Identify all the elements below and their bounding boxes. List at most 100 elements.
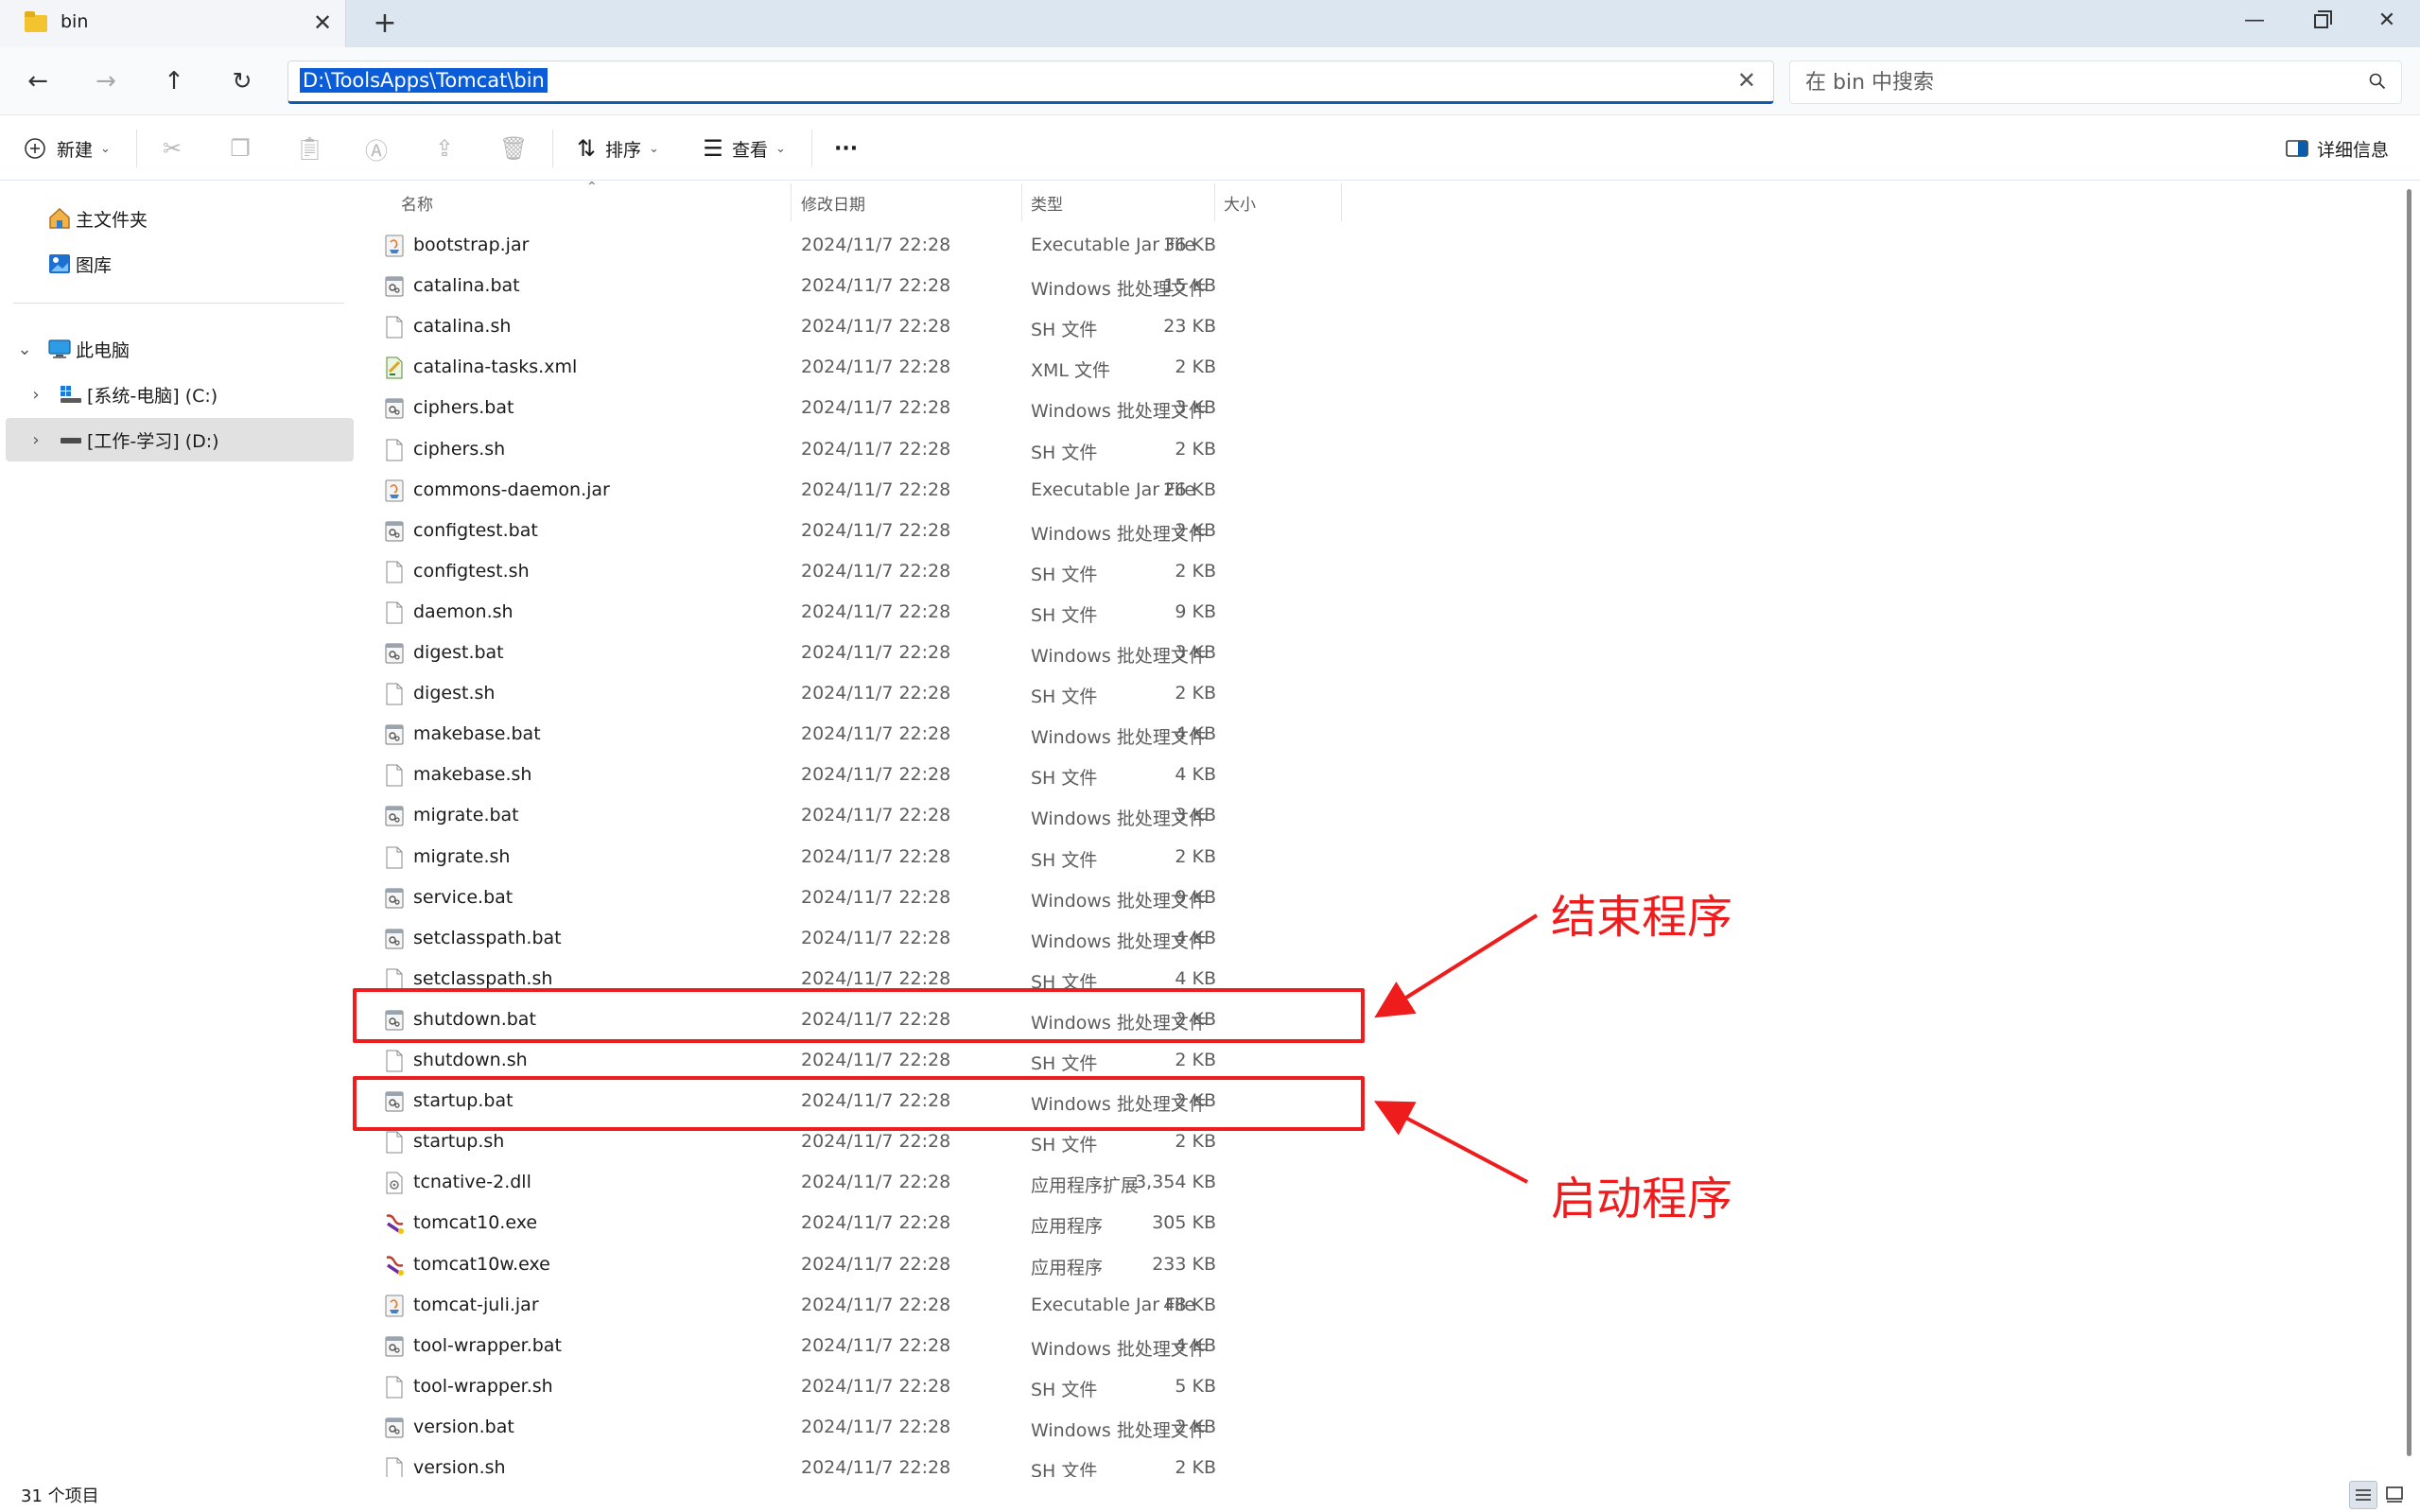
column-modified[interactable]: 修改日期 — [801, 191, 865, 215]
sidebar-item-home[interactable]: 主文件夹 — [6, 197, 354, 240]
new-tab-button[interactable]: + — [369, 7, 401, 41]
tab-close-icon[interactable]: ✕ — [310, 9, 335, 37]
forward-button[interactable]: → — [87, 62, 125, 100]
file-row[interactable]: tool-wrapper.bat 2024/11/7 22:28 Windows 批… — [357, 1326, 1341, 1366]
file-name: tomcat10w.exe — [413, 1253, 550, 1275]
close-window-button[interactable]: ✕ — [2354, 0, 2420, 42]
chevron-down-icon: ⌄ — [775, 141, 786, 156]
file-modified-date: 2024/11/7 22:28 — [801, 1050, 951, 1070]
file-row[interactable]: tomcat-juli.jar 2024/11/7 22:28 Executable… — [357, 1285, 1341, 1326]
restore-icon — [2313, 10, 2332, 28]
chevron-right-icon[interactable]: › — [26, 385, 45, 405]
file-name: tool-wrapper.bat — [413, 1334, 562, 1356]
minimize-button[interactable]: — — [2221, 0, 2288, 42]
file-row[interactable]: bootstrap.jar 2024/11/7 22:28 Executable J… — [357, 225, 1341, 266]
column-divider[interactable] — [1214, 183, 1215, 221]
sidebar-item-this-pc[interactable]: ⌄ 此电脑 — [6, 327, 354, 371]
file-row[interactable]: configtest.sh 2024/11/7 22:28 SH 文件 2 KB — [357, 551, 1341, 592]
file-row[interactable]: commons-daemon.jar 2024/11/7 22:28 Executa… — [357, 470, 1341, 511]
status-bar: 31 个项目 — [0, 1477, 2420, 1512]
tab-bin[interactable]: bin ✕ — [0, 0, 346, 47]
file-row[interactable]: digest.sh 2024/11/7 22:28 SH 文件 2 KB — [357, 673, 1341, 714]
file-row[interactable]: migrate.bat 2024/11/7 22:28 Windows 批处理文件 3… — [357, 795, 1341, 836]
rename-button[interactable]: Ⓐ — [363, 130, 390, 167]
sidebar-item-drive-c[interactable]: › [系统-电脑] (C:) — [6, 373, 354, 416]
clear-address-icon[interactable]: ✕ — [1737, 67, 1756, 94]
sidebar-item-gallery[interactable]: 图库 — [6, 242, 354, 286]
column-divider[interactable] — [791, 183, 792, 221]
rename-icon: Ⓐ — [365, 137, 388, 165]
new-button[interactable]: 新建 ⌄ — [23, 130, 111, 167]
file-row[interactable]: migrate.sh 2024/11/7 22:28 SH 文件 2 KB — [357, 837, 1341, 878]
file-row[interactable]: catalina.bat 2024/11/7 22:28 Windows 批处理文件… — [357, 266, 1341, 306]
column-divider[interactable] — [1341, 183, 1342, 221]
file-row[interactable]: setclasspath.bat 2024/11/7 22:28 Windows 批… — [357, 918, 1341, 959]
delete-button[interactable]: 🗑︎ — [499, 130, 529, 167]
vertical-scrollbar[interactable] — [2407, 189, 2411, 1456]
file-row[interactable]: daemon.sh 2024/11/7 22:28 SH 文件 9 KB — [357, 592, 1341, 633]
file-row[interactable]: catalina-tasks.xml 2024/11/7 22:28 XML 文件 2… — [357, 347, 1341, 388]
cut-button[interactable]: ✂ — [159, 130, 185, 167]
paste-button[interactable]: 📋︎ — [295, 130, 323, 167]
copy-button[interactable]: ❐ — [227, 130, 253, 167]
refresh-button[interactable]: ↻ — [223, 62, 261, 100]
sort-button[interactable]: ⇅ 排序 ⌄ — [573, 130, 659, 167]
file-row[interactable]: makebase.bat 2024/11/7 22:28 Windows 批处理文件… — [357, 714, 1341, 755]
search-input[interactable] — [1805, 67, 2335, 97]
view-button[interactable]: ☰ 查看 ⌄ — [700, 130, 786, 167]
file-row[interactable]: version.bat 2024/11/7 22:28 Windows 批处理文件 2… — [357, 1407, 1341, 1448]
file-file-icon — [384, 1131, 405, 1154]
file-row[interactable]: digest.bat 2024/11/7 22:28 Windows 批处理文件 3 … — [357, 633, 1341, 673]
column-size[interactable]: 大小 — [1224, 191, 1256, 215]
column-name[interactable]: 名称 — [401, 191, 433, 215]
file-row[interactable]: tomcat10.exe 2024/11/7 22:28 应用程序 305 KB — [357, 1203, 1341, 1243]
restore-button[interactable] — [2288, 0, 2354, 42]
bat-file-icon — [384, 520, 405, 543]
address-row: ← → ↑ ↻ D:\ToolsApps\Tomcat\bin ✕ — [0, 47, 2420, 115]
sidebar-divider — [13, 303, 344, 304]
file-name: tool-wrapper.sh — [413, 1375, 553, 1397]
file-row[interactable]: tool-wrapper.sh 2024/11/7 22:28 SH 文件 5 KB — [357, 1366, 1341, 1407]
file-modified-date: 2024/11/7 22:28 — [801, 1457, 951, 1478]
title-bar: bin ✕ + — ✕ — [0, 0, 2420, 47]
column-divider[interactable] — [1021, 183, 1022, 221]
address-path[interactable]: D:\ToolsApps\Tomcat\bin — [300, 68, 548, 93]
file-row[interactable]: configtest.bat 2024/11/7 22:28 Windows 批处理… — [357, 511, 1341, 551]
file-row[interactable]: catalina.sh 2024/11/7 22:28 SH 文件 23 KB — [357, 306, 1341, 347]
file-row[interactable]: tcnative-2.dll 2024/11/7 22:28 应用程序扩展 3,354… — [357, 1162, 1341, 1203]
file-row[interactable]: ciphers.sh 2024/11/7 22:28 SH 文件 2 KB — [357, 429, 1341, 470]
file-name: ciphers.sh — [413, 438, 506, 460]
details-view-button[interactable] — [2349, 1481, 2377, 1509]
chevron-right-icon[interactable]: › — [26, 430, 45, 450]
search-box[interactable] — [1789, 61, 2402, 104]
file-row[interactable]: service.bat 2024/11/7 22:28 Windows 批处理文件 9… — [357, 878, 1341, 918]
folder-icon — [25, 11, 47, 32]
tiles-view-button[interactable] — [2381, 1481, 2410, 1509]
bat-file-icon — [384, 887, 405, 910]
file-row[interactable]: shutdown.sh 2024/11/7 22:28 SH 文件 2 KB — [357, 1040, 1341, 1081]
file-size: 2 KB — [1175, 683, 1216, 704]
address-bar[interactable]: D:\ToolsApps\Tomcat\bin ✕ — [287, 61, 1774, 104]
file-name: digest.bat — [413, 642, 504, 663]
more-options-button[interactable]: ··· — [834, 130, 858, 167]
plus-circle-icon — [25, 138, 45, 159]
up-button[interactable]: ↑ — [155, 62, 193, 100]
file-modified-date: 2024/11/7 22:28 — [801, 519, 951, 541]
share-button[interactable]: ⇪ — [431, 130, 458, 167]
file-size: 2 KB — [1175, 560, 1216, 582]
file-row[interactable]: makebase.sh 2024/11/7 22:28 SH 文件 4 KB — [357, 755, 1341, 795]
column-type[interactable]: 类型 — [1031, 191, 1063, 215]
search-icon[interactable] — [2369, 73, 2386, 90]
file-size: 3 KB — [1175, 397, 1216, 419]
file-row[interactable]: tomcat10w.exe 2024/11/7 22:28 应用程序 233 KB — [357, 1244, 1341, 1285]
command-bar: 新建 ⌄ ✂ ❐ 📋︎ Ⓐ ⇪ 🗑︎ ⇅ 排序 ⌄ ☰ 查看 ⌄ ··· 详细信… — [0, 116, 2420, 181]
file-row[interactable]: ciphers.bat 2024/11/7 22:28 Windows 批处理文件 3… — [357, 388, 1341, 428]
file-name: digest.sh — [413, 683, 496, 704]
chevron-down-icon[interactable]: ⌄ — [15, 339, 34, 359]
details-pane-button[interactable]: 详细信息 — [2285, 130, 2389, 167]
sidebar-item-drive-d[interactable]: › [工作-学习] (D:) — [6, 418, 354, 461]
file-size: 2 KB — [1175, 1416, 1216, 1437]
back-button[interactable]: ← — [19, 62, 57, 100]
trash-icon: 🗑︎ — [499, 135, 529, 162]
file-type: 应用程序 — [1031, 1257, 1104, 1278]
